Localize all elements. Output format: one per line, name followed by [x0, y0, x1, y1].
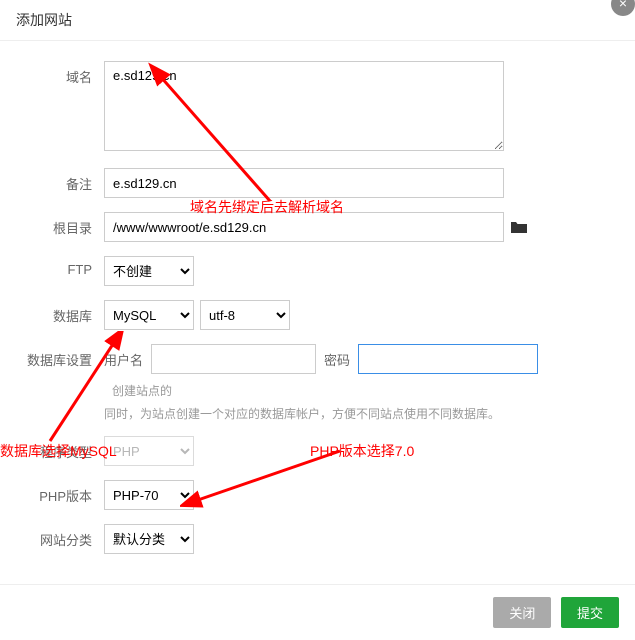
- dbset-hint: 同时，为站点创建一个对应的数据库帐户，方便不同站点使用不同数据库。: [104, 405, 611, 422]
- remark-label: 备注: [24, 168, 104, 193]
- db-pass-label: 密码: [324, 350, 350, 369]
- db-engine-select[interactable]: MySQL: [104, 300, 194, 330]
- modal-footer: 关闭 提交: [0, 584, 635, 640]
- category-label: 网站分类: [24, 524, 104, 549]
- db-charset-select[interactable]: utf-8: [200, 300, 290, 330]
- dbset-label: 数据库设置: [24, 344, 104, 369]
- add-site-modal: × 添加网站 域名 e.sd129.cn 备注 根目录 FTP: [0, 0, 635, 640]
- db-pass-input[interactable]: [358, 344, 538, 374]
- phpver-select[interactable]: PHP-70: [104, 480, 194, 510]
- db-label: 数据库: [24, 300, 104, 325]
- dbset-side-text: 创建站点的: [112, 382, 172, 399]
- folder-icon[interactable]: [510, 220, 528, 234]
- progtype-label: 程序类型: [24, 436, 104, 461]
- db-user-label: 用户名: [104, 350, 143, 369]
- phpver-label: PHP版本: [24, 480, 104, 505]
- ftp-select[interactable]: 不创建: [104, 256, 194, 286]
- root-label: 根目录: [24, 212, 104, 237]
- domain-label: 域名: [24, 61, 104, 86]
- db-user-input[interactable]: [151, 344, 316, 374]
- category-select[interactable]: 默认分类: [104, 524, 194, 554]
- root-input[interactable]: [104, 212, 504, 242]
- ftp-label: FTP: [24, 256, 104, 277]
- modal-title: 添加网站: [0, 0, 635, 41]
- remark-input[interactable]: [104, 168, 504, 198]
- submit-button[interactable]: 提交: [561, 597, 619, 628]
- domain-input[interactable]: e.sd129.cn: [104, 61, 504, 151]
- progtype-select: PHP: [104, 436, 194, 466]
- close-button[interactable]: 关闭: [493, 597, 551, 628]
- modal-body: 域名 e.sd129.cn 备注 根目录 FTP 不: [0, 41, 635, 584]
